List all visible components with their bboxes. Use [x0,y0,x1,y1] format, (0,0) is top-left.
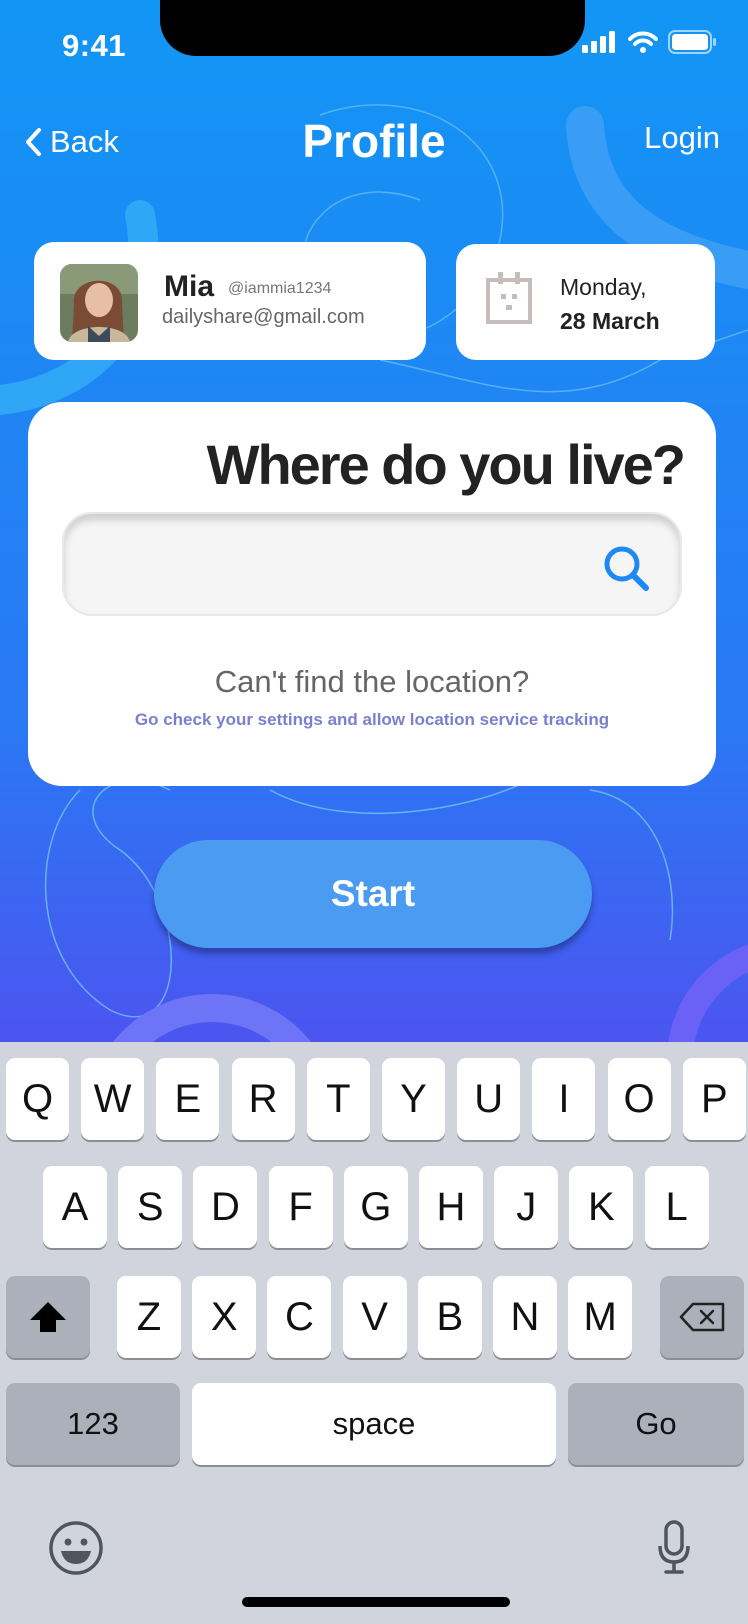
location-question: Where do you live? [206,433,686,496]
key-o[interactable]: O [607,1058,671,1140]
status-time: 9:41 [62,28,127,63]
key-x[interactable]: X [192,1276,257,1358]
key-r[interactable]: R [231,1058,295,1140]
signal-icon [582,31,615,53]
nav-header: Back Profile Login [0,110,748,170]
key-b[interactable]: B [417,1276,482,1358]
location-settings-link[interactable]: Go check your settings and allow locatio… [28,710,716,730]
keyboard: QWERTYUIOP ASDFGHJKL ZXCVBNM 123 space G… [0,1042,748,1624]
status-bar: 9:41 [0,0,748,90]
key-w[interactable]: W [81,1058,145,1140]
location-search-field[interactable] [62,512,682,616]
numbers-key[interactable]: 123 [6,1383,180,1465]
microphone-icon[interactable] [656,1520,692,1576]
date-day: 28 March [560,308,660,334]
battery-icon [668,30,716,54]
shift-icon [30,1302,66,1332]
date-display: Monday, 28 March [560,270,660,338]
key-c[interactable]: C [267,1276,332,1358]
key-s[interactable]: S [118,1166,183,1248]
location-card: Where do you live? Can't find the locati… [28,402,716,786]
date-weekday: Monday, [560,274,647,300]
key-t[interactable]: T [306,1058,370,1140]
key-g[interactable]: G [343,1166,408,1248]
key-j[interactable]: J [494,1166,559,1248]
key-n[interactable]: N [493,1276,557,1358]
user-profile-card[interactable]: Mia @iammia1234 dailyshare@gmail.com [34,242,426,360]
user-name: Mia [164,270,215,303]
emoji-icon[interactable] [48,1520,104,1576]
profile-screen: 9:41 Back Profile Login Mia @iammia1234 … [0,0,748,1624]
go-key[interactable]: Go [568,1383,744,1465]
start-button[interactable]: Start [154,840,592,948]
key-z[interactable]: Z [117,1276,181,1358]
key-k[interactable]: K [569,1166,634,1248]
cant-find-text: Can't find the location? [214,664,530,699]
page-title: Profile [302,115,446,167]
key-m[interactable]: M [568,1276,633,1358]
backspace-key[interactable] [660,1276,744,1358]
wifi-icon [628,31,658,53]
home-indicator [242,1597,510,1607]
avatar-image [60,264,138,342]
login-button[interactable]: Login [644,120,720,156]
user-email: dailyshare@gmail.com [162,306,365,328]
key-a[interactable]: A [43,1166,107,1248]
user-handle: @iammia1234 [228,280,332,297]
key-i[interactable]: I [532,1058,596,1140]
key-p[interactable]: P [682,1058,746,1140]
calendar-icon [486,272,532,324]
shift-key[interactable] [6,1276,90,1358]
key-v[interactable]: V [342,1276,407,1358]
key-f[interactable]: F [268,1166,333,1248]
key-e[interactable]: E [156,1058,220,1140]
date-card: Monday, 28 March [456,244,715,360]
key-l[interactable]: L [644,1166,709,1248]
key-u[interactable]: U [457,1058,521,1140]
space-key[interactable]: space [192,1383,556,1465]
key-h[interactable]: H [419,1166,483,1248]
avatar [60,264,138,342]
key-d[interactable]: D [193,1166,258,1248]
key-y[interactable]: Y [382,1058,445,1140]
location-search-input[interactable] [88,534,572,596]
search-icon[interactable] [602,544,650,592]
key-q[interactable]: Q [6,1058,69,1140]
device-notch [160,0,585,56]
backspace-icon [679,1302,725,1332]
status-icons [582,30,716,54]
